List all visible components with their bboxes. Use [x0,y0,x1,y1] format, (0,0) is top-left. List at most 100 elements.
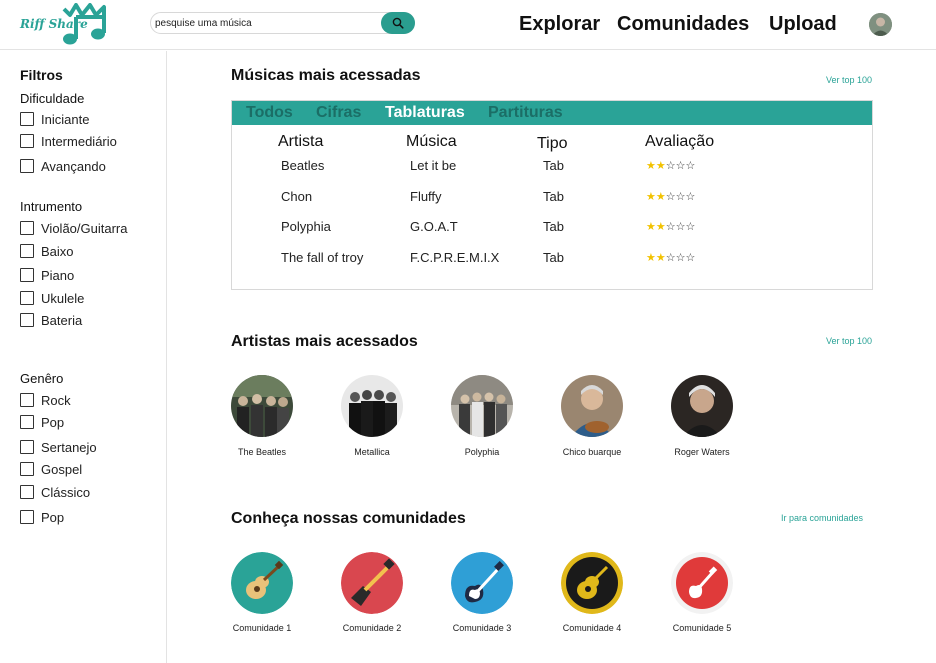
instrument-title: Intrumento [20,199,83,214]
riffshare-logo[interactable]: Riff Share [20,3,110,47]
artist-photo [231,375,293,437]
filter-instrument-violao[interactable]: Violão/Guitarra [20,220,127,236]
checkbox[interactable] [20,291,34,305]
filter-difficulty-iniciante[interactable]: Iniciante [20,111,89,127]
checkbox[interactable] [20,244,34,258]
top-songs-see-more-link[interactable]: Ver top 100 [826,75,872,85]
community-name: Comunidade 1 [232,623,292,633]
filter-instrument-baixo[interactable]: Baixo [20,243,74,259]
artist-photo [451,375,513,437]
filter-genre-sertanejo[interactable]: Sertanejo [20,439,97,455]
search-bar [150,12,415,34]
community-card-2[interactable]: Comunidade 2 [327,552,417,633]
checkbox[interactable] [20,112,34,126]
filter-difficulty-intermediario[interactable]: Intermediário [20,133,117,149]
tab-todos[interactable]: Todos [246,104,293,122]
star-empty-icon: ☆ [665,252,676,264]
row-artist[interactable]: The fall of troy [281,250,363,265]
star-empty-icon: ☆ [665,160,676,172]
row-song[interactable]: Fluffy [410,189,442,204]
artist-name: Roger Waters [674,447,730,457]
acoustic-guitar-icon [561,552,623,614]
checkbox[interactable] [20,393,34,407]
community-name: Comunidade 5 [672,623,732,633]
checkbox[interactable] [20,134,34,148]
row-song[interactable]: Let it be [410,158,456,173]
filter-genre-pop[interactable]: Pop [20,414,64,430]
row-song[interactable]: F.C.P.R.E.M.I.X [410,250,499,265]
artist-card-chico-buarque[interactable]: Chico buarque [547,375,637,457]
filter-difficulty-avancando[interactable]: Avançando [20,158,106,174]
filter-genre-pop-2[interactable]: Pop [20,509,64,525]
checkbox[interactable] [20,510,34,524]
filter-genre-gospel[interactable]: Gospel [20,461,82,477]
checkbox[interactable] [20,221,34,235]
artist-photo [341,375,403,437]
search-input[interactable] [155,15,380,31]
star-empty-icon: ☆ [665,221,676,233]
top-artists-see-more-link[interactable]: Ver top 100 [826,336,872,346]
artist-card-polyphia[interactable]: Polyphia [437,375,527,457]
community-image [341,552,403,614]
star-empty-icon: ☆ [685,252,696,264]
checkbox[interactable] [20,268,34,282]
community-image [671,552,733,614]
artist-photo [561,375,623,437]
checkbox[interactable] [20,415,34,429]
community-image [451,552,513,614]
filter-instrument-bateria[interactable]: Bateria [20,312,82,328]
artist-card-metallica[interactable]: Metallica [327,375,417,457]
top-songs-table: Todos Cifras Tablaturas Partituras Artis… [231,100,873,290]
community-image [561,552,623,614]
row-artist[interactable]: Chon [281,189,312,204]
column-header-type: Tipo [537,135,568,152]
tab-cifras[interactable]: Cifras [316,104,361,122]
checkbox[interactable] [20,462,34,476]
filter-instrument-ukulele[interactable]: Ukulele [20,290,84,306]
filter-genre-rock[interactable]: Rock [20,392,71,408]
search-icon [392,17,404,29]
row-type: Tab [543,189,564,204]
filter-instrument-piano[interactable]: Piano [20,267,74,283]
community-card-1[interactable]: Comunidade 1 [217,552,307,633]
star-filled-icon: ★ [655,252,666,264]
tab-partituras[interactable]: Partituras [488,104,563,122]
top-artists-title: Artistas mais acessados [231,333,418,350]
artist-card-the-beatles[interactable]: The Beatles [217,375,307,457]
row-type: Tab [543,219,564,234]
artist-card-roger-waters[interactable]: Roger Waters [657,375,747,457]
electric-guitar-icon [671,552,733,614]
checkbox[interactable] [20,440,34,454]
communities-see-more-link[interactable]: Ir para comunidades [781,513,863,523]
nav-explore[interactable]: Explorar [519,13,600,36]
filters-title: Filtros [20,67,63,83]
communities-title: Conheça nossas comunidades [231,510,466,527]
difficulty-title: Dificuldade [20,91,85,106]
checkbox[interactable] [20,313,34,327]
column-header-rating: Avaliação [645,133,715,150]
row-song[interactable]: G.O.A.T [410,219,458,234]
star-empty-icon: ☆ [665,191,676,203]
top-songs-title: Músicas mais acessadas [231,67,421,84]
checkbox[interactable] [20,159,34,173]
search-button[interactable] [381,12,415,34]
electric-guitar-icon [451,552,513,614]
community-name: Comunidade 2 [342,623,402,633]
community-card-5[interactable]: Comunidade 5 [657,552,747,633]
tab-tablaturas[interactable]: Tablaturas [385,104,465,122]
checkbox[interactable] [20,485,34,499]
acoustic-guitar-icon [231,552,293,614]
artist-name: Chico buarque [562,447,622,457]
artist-name: The Beatles [237,447,287,457]
nav-communities[interactable]: Comunidades [617,13,749,36]
artist-photo [671,375,733,437]
nav-upload[interactable]: Upload [769,13,837,36]
row-artist[interactable]: Beatles [281,158,324,173]
artist-name: Polyphia [464,447,500,457]
star-empty-icon: ☆ [675,252,686,264]
filter-genre-classico[interactable]: Clássico [20,484,90,500]
row-artist[interactable]: Polyphia [281,219,331,234]
community-card-4[interactable]: Comunidade 4 [547,552,637,633]
community-card-3[interactable]: Comunidade 3 [437,552,527,633]
user-avatar[interactable] [869,13,892,36]
